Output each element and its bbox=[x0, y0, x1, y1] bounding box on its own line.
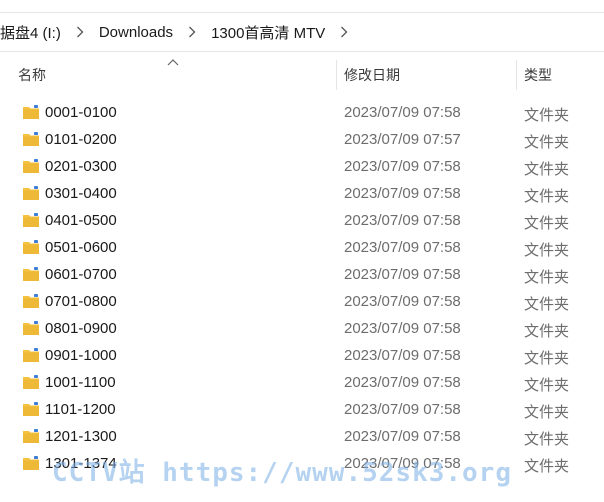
sort-up-icon bbox=[167, 59, 179, 66]
file-type: 文件夹 bbox=[524, 107, 570, 124]
folder-icon bbox=[22, 104, 40, 120]
column-divider[interactable] bbox=[336, 60, 337, 90]
file-type: 文件夹 bbox=[524, 296, 570, 313]
file-row[interactable]: 0601-0700 2023/07/09 07:58 文件夹 bbox=[0, 262, 604, 289]
file-row[interactable]: 1201-1300 2023/07/09 07:58 文件夹 bbox=[0, 424, 604, 451]
column-divider[interactable] bbox=[516, 60, 517, 90]
file-type: 文件夹 bbox=[524, 215, 570, 232]
file-name[interactable]: 0301-0400 bbox=[45, 185, 117, 202]
file-date: 2023/07/09 07:57 bbox=[344, 131, 461, 148]
file-name[interactable]: 0401-0500 bbox=[45, 212, 117, 229]
file-name[interactable]: 0801-0900 bbox=[45, 320, 117, 337]
breadcrumb-item-downloads[interactable]: Downloads bbox=[95, 24, 177, 41]
file-type: 文件夹 bbox=[524, 242, 570, 259]
file-type: 文件夹 bbox=[524, 350, 570, 367]
window-top-strip bbox=[0, 0, 604, 12]
folder-icon bbox=[22, 320, 40, 336]
column-header-date[interactable]: 修改日期 bbox=[344, 56, 400, 94]
file-type: 文件夹 bbox=[524, 134, 570, 151]
file-name[interactable]: 1101-1200 bbox=[45, 401, 116, 418]
file-row[interactable]: 0701-0800 2023/07/09 07:58 文件夹 bbox=[0, 289, 604, 316]
column-header-row: 名称 修改日期 类型 bbox=[0, 56, 604, 94]
address-bar[interactable]: 据盘4 (I:) Downloads 1300首高清 MTV bbox=[0, 12, 604, 52]
file-date: 2023/07/09 07:58 bbox=[344, 347, 461, 364]
file-type: 文件夹 bbox=[524, 323, 570, 340]
folder-icon bbox=[22, 455, 40, 471]
file-name[interactable]: 0501-0600 bbox=[45, 239, 117, 256]
folder-icon bbox=[22, 293, 40, 309]
file-date: 2023/07/09 07:58 bbox=[344, 401, 461, 418]
file-type: 文件夹 bbox=[524, 404, 570, 421]
file-date: 2023/07/09 07:58 bbox=[344, 185, 461, 202]
column-header-type[interactable]: 类型 bbox=[524, 56, 552, 94]
file-type: 文件夹 bbox=[524, 269, 570, 286]
file-name[interactable]: 0001-0100 bbox=[45, 104, 117, 121]
file-name[interactable]: 0601-0700 bbox=[45, 266, 117, 283]
folder-icon bbox=[22, 239, 40, 255]
folder-icon bbox=[22, 428, 40, 444]
file-name[interactable]: 1201-1300 bbox=[45, 428, 117, 445]
file-name[interactable]: 0701-0800 bbox=[45, 293, 117, 310]
chevron-right-icon[interactable] bbox=[73, 25, 87, 39]
file-type: 文件夹 bbox=[524, 458, 570, 475]
breadcrumb-item-mtv[interactable]: 1300首高清 MTV bbox=[207, 22, 329, 43]
file-date: 2023/07/09 07:58 bbox=[344, 428, 461, 445]
file-type: 文件夹 bbox=[524, 161, 570, 178]
folder-icon bbox=[22, 185, 40, 201]
file-type: 文件夹 bbox=[524, 188, 570, 205]
folder-icon bbox=[22, 131, 40, 147]
file-row[interactable]: 0501-0600 2023/07/09 07:58 文件夹 bbox=[0, 235, 604, 262]
file-row[interactable]: 0401-0500 2023/07/09 07:58 文件夹 bbox=[0, 208, 604, 235]
file-row[interactable]: 0001-0100 2023/07/09 07:58 文件夹 bbox=[0, 100, 604, 127]
file-date: 2023/07/09 07:58 bbox=[344, 158, 461, 175]
watermark: CCTV站 https://www.52sk3.org bbox=[52, 458, 512, 488]
folder-icon bbox=[22, 266, 40, 282]
chevron-right-icon[interactable] bbox=[337, 25, 351, 39]
file-name[interactable]: 0901-1000 bbox=[45, 347, 117, 364]
file-date: 2023/07/09 07:58 bbox=[344, 239, 461, 256]
breadcrumb-item-drive[interactable]: 据盘4 (I:) bbox=[0, 22, 65, 43]
file-list: 0001-0100 2023/07/09 07:58 文件夹 0101-0200 202… bbox=[0, 100, 604, 478]
folder-icon bbox=[22, 158, 40, 174]
file-date: 2023/07/09 07:58 bbox=[344, 212, 461, 229]
folder-icon bbox=[22, 401, 40, 417]
column-header-name[interactable]: 名称 bbox=[18, 56, 46, 94]
file-name[interactable]: 1001-1100 bbox=[45, 374, 116, 391]
file-row[interactable]: 0101-0200 2023/07/09 07:57 文件夹 bbox=[0, 127, 604, 154]
folder-icon bbox=[22, 347, 40, 363]
file-date: 2023/07/09 07:58 bbox=[344, 374, 461, 391]
file-type: 文件夹 bbox=[524, 377, 570, 394]
file-date: 2023/07/09 07:58 bbox=[344, 293, 461, 310]
file-row[interactable]: 0901-1000 2023/07/09 07:58 文件夹 bbox=[0, 343, 604, 370]
file-name[interactable]: 0101-0200 bbox=[45, 131, 117, 148]
file-row[interactable]: 0801-0900 2023/07/09 07:58 文件夹 bbox=[0, 316, 604, 343]
file-date: 2023/07/09 07:58 bbox=[344, 104, 461, 121]
file-name[interactable]: 0201-0300 bbox=[45, 158, 117, 175]
file-row[interactable]: 1001-1100 2023/07/09 07:58 文件夹 bbox=[0, 370, 604, 397]
file-date: 2023/07/09 07:58 bbox=[344, 266, 461, 283]
file-date: 2023/07/09 07:58 bbox=[344, 320, 461, 337]
file-row[interactable]: 0201-0300 2023/07/09 07:58 文件夹 bbox=[0, 154, 604, 181]
folder-icon bbox=[22, 374, 40, 390]
file-type: 文件夹 bbox=[524, 431, 570, 448]
file-row[interactable]: 1101-1200 2023/07/09 07:58 文件夹 bbox=[0, 397, 604, 424]
file-row[interactable]: 0301-0400 2023/07/09 07:58 文件夹 bbox=[0, 181, 604, 208]
chevron-right-icon[interactable] bbox=[185, 25, 199, 39]
folder-icon bbox=[22, 212, 40, 228]
